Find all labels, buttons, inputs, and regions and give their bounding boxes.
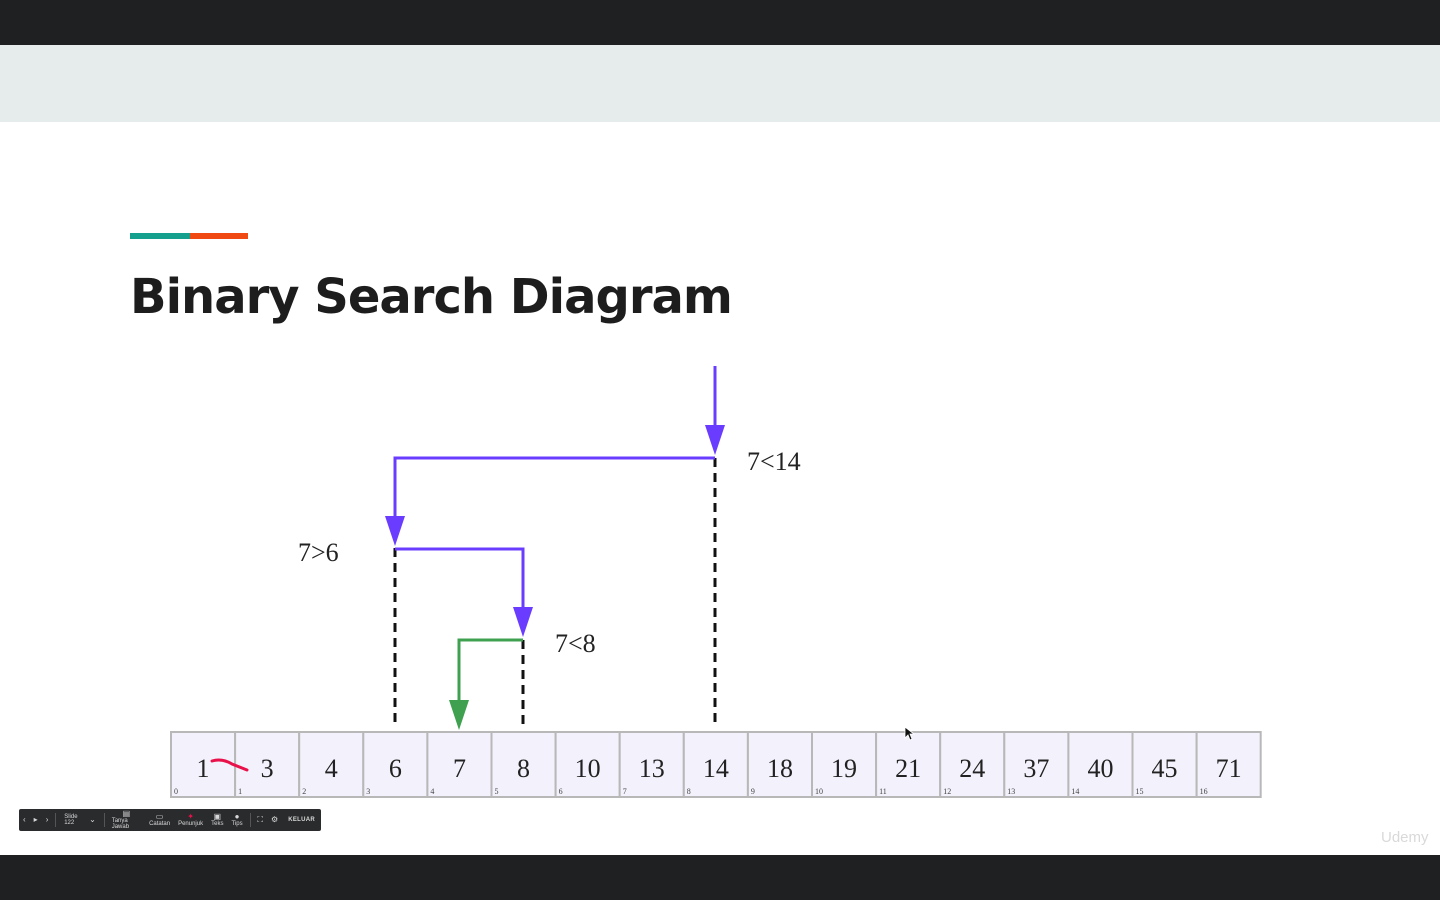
array-cell-value: 19 (831, 754, 857, 783)
array-cell-value: 24 (959, 754, 985, 783)
captions-icon: ▣ (213, 812, 222, 821)
array-cell-value: 40 (1087, 754, 1113, 783)
chevron-right-icon: › (45, 815, 49, 824)
presenter-toolbar: ‹ ▸ › Slide 122 ⌄ ▤ Tanya Jawab ▭ Catata… (19, 809, 321, 831)
slide-number-label: Slide 122 (64, 814, 78, 826)
sorted-array: 1031426374851061371481891910211124123713… (170, 731, 1262, 798)
previous-slide-button[interactable]: ‹ (19, 809, 30, 831)
array-cell-value: 71 (1216, 754, 1242, 783)
array-cell-index: 5 (495, 787, 499, 796)
toolbar-divider (249, 813, 251, 827)
array-cell-value: 37 (1023, 754, 1049, 783)
array-cell-value: 21 (895, 754, 921, 783)
chevron-down-icon: ⌄ (89, 815, 96, 824)
array-cell-index: 1 (238, 787, 242, 796)
notes-button[interactable]: ▭ Catatan (145, 809, 174, 831)
qa-button-label: Tanya Jawab (111, 818, 130, 830)
array-cell-index: 3 (366, 787, 370, 796)
search-arrow-left (393, 456, 715, 518)
array-cell-value: 18 (767, 754, 793, 783)
array-cell-value: 13 (639, 754, 665, 783)
array-cell-index: 0 (174, 787, 178, 796)
notes-icon: ▭ (155, 812, 164, 821)
array-cell-index: 10 (815, 787, 823, 796)
arrow-head-index-5 (513, 607, 533, 637)
array-cell-index: 15 (1136, 787, 1144, 796)
array-cell-index: 14 (1071, 787, 1079, 796)
play-button[interactable]: ▸ (30, 809, 42, 831)
fullscreen-button[interactable]: ⛶ (253, 809, 267, 831)
array-cell-index: 2 (302, 787, 306, 796)
arrow-head-index-8 (705, 425, 725, 455)
fullscreen-icon: ⛶ (257, 815, 264, 824)
exit-button[interactable]: KELUAR (282, 817, 321, 823)
slide-number-dropdown[interactable]: Slide 122 ⌄ (59, 814, 101, 826)
pointer-button-label: Penunjuk (178, 821, 204, 827)
settings-button[interactable]: ⚙ (267, 809, 282, 831)
array-cell-value: 45 (1152, 754, 1178, 783)
chat-icon: ▤ (122, 809, 131, 818)
array-cell-value: 6 (389, 754, 402, 783)
array-cell-value: 10 (575, 754, 601, 783)
array-cell-index: 12 (943, 787, 951, 796)
pointer-button[interactable]: ✦ Penunjuk (174, 809, 207, 831)
tips-button-label: Tips (231, 821, 243, 827)
notes-button-label: Catatan (149, 821, 171, 827)
arrow-head-index-3 (385, 516, 405, 546)
array-cell-index: 9 (751, 787, 755, 796)
tips-button[interactable]: ● Tips (227, 809, 246, 831)
comparison-label-first: 7<14 (747, 447, 801, 476)
array-cell-value: 7 (453, 754, 466, 783)
udemy-watermark: Udemy (1381, 829, 1429, 846)
captions-button-label: Teks (211, 821, 224, 827)
array-cell-index: 13 (1007, 787, 1015, 796)
toolbar-divider (55, 813, 57, 827)
toolbar-divider (103, 813, 105, 827)
chevron-left-icon: ‹ (23, 815, 26, 824)
array-cell-value: 1 (197, 754, 210, 783)
laser-pointer-icon: ✦ (187, 812, 194, 821)
qa-button[interactable]: ▤ Tanya Jawab (108, 809, 145, 831)
play-icon: ▸ (33, 815, 38, 824)
array-cell-index: 4 (430, 787, 434, 796)
mouse-cursor-icon (904, 726, 916, 741)
array-cell-value: 4 (325, 754, 338, 783)
captions-button[interactable]: ▣ Teks (207, 809, 227, 831)
gear-icon: ⚙ (271, 815, 279, 824)
array-cell-value: 8 (517, 754, 530, 783)
binary-search-diagram: 1031426374851061371481891910211124123713… (170, 366, 1262, 798)
info-icon: ● (234, 812, 240, 821)
array-cell-index: 16 (1200, 787, 1208, 796)
array-cell-index: 11 (879, 787, 887, 796)
array-cell-value: 3 (261, 754, 274, 783)
array-cell-index: 8 (687, 787, 691, 796)
array-cell-index: 7 (623, 787, 627, 796)
comparison-label-third: 7<8 (555, 629, 596, 658)
comparison-label-second: 7>6 (298, 538, 339, 567)
array-cell-index: 6 (559, 787, 563, 796)
found-arrow (457, 638, 523, 702)
next-slide-button[interactable]: › (42, 809, 53, 831)
array-cell-value: 14 (703, 754, 729, 783)
found-arrow-head (449, 700, 469, 730)
search-arrow-right (395, 547, 525, 610)
bottom-letterbox (0, 855, 1440, 900)
